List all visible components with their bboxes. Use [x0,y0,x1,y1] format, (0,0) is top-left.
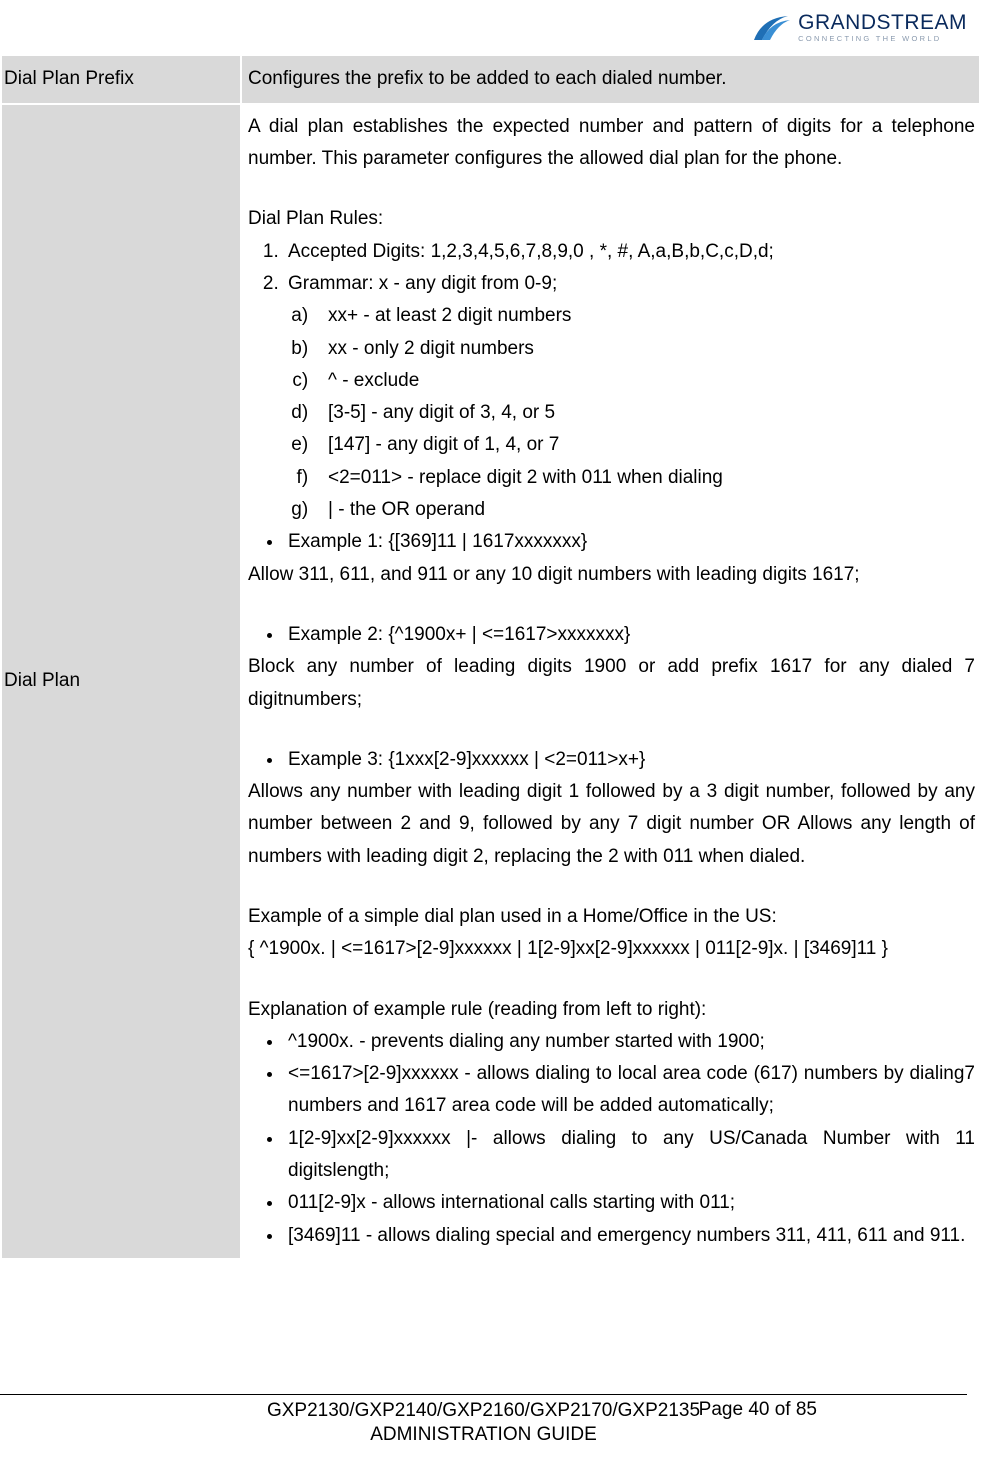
footer-title-1: GXP2130/GXP2140/GXP2160/GXP2170/GXP2135 [267,1400,700,1421]
simple-heading: Example of a simple dial plan used in a … [248,901,975,933]
grandstream-swoosh-icon [748,10,792,44]
explain-heading: Explanation of example rule (reading fro… [248,994,975,1026]
list-item: Accepted Digits: 1,2,3,4,5,6,7,8,9,0 , *… [284,236,975,268]
footer-title-2: ADMINISTRATION GUIDE [370,1424,597,1445]
list-item: ^ - exclude [324,365,975,397]
numbered-list: Accepted Digits: 1,2,3,4,5,6,7,8,9,0 , *… [248,236,975,301]
bullet-list: Example 2: {^1900x+ | <=1617>xxxxxxx} [248,619,975,651]
footer-divider [0,1394,967,1395]
page-header: GRANDSTREAM CONNECTING THE WORLD [0,0,981,54]
bullet-list: ^1900x. - prevents dialing any number st… [248,1026,975,1252]
logo-brand-text: GRANDSTREAM [798,12,967,33]
example-desc: Allow 311, 611, and 911 or any 10 digit … [248,559,975,591]
param-desc: Configures the prefix to be added to eac… [241,55,980,104]
example-desc: Allows any number with leading digit 1 f… [248,776,975,873]
list-item: | - the OR operand [324,494,975,526]
list-item: 1[2-9]xx[2-9]xxxxxx |- allows dialing to… [284,1123,975,1188]
list-item: [147] - any digit of 1, 4, or 7 [324,429,975,461]
brand-logo: GRANDSTREAM CONNECTING THE WORLD [748,10,967,44]
list-item: Example 3: {1xxx[2-9]xxxxxx | <2=011>x+} [284,744,975,776]
list-item: xx+ - at least 2 digit numbers [324,300,975,332]
list-item: ^1900x. - prevents dialing any number st… [284,1026,975,1058]
list-item: xx - only 2 digit numbers [324,333,975,365]
list-item: [3-5] - any digit of 3, 4, or 5 [324,397,975,429]
list-item: 011[2-9]x - allows international calls s… [284,1187,975,1219]
list-item: [3469]11 - allows dialing special and em… [284,1220,975,1252]
param-desc: A dial plan establishes the expected num… [241,104,980,1259]
footer-title: GXP2130/GXP2140/GXP2160/GXP2170/GXP2135 … [267,1399,700,1448]
bullet-list: Example 3: {1xxx[2-9]xxxxxx | <2=011>x+} [248,744,975,776]
list-item: <=1617>[2-9]xxxxxx - allows dialing to l… [284,1058,975,1123]
page-number: Page 40 of 85 [699,1399,817,1421]
rules-heading: Dial Plan Rules: [248,203,975,235]
alpha-list: xx+ - at least 2 digit numbers xx - only… [284,300,975,526]
list-item: Example 1: {[369]11 | 1617xxxxxxx} [284,526,975,558]
bullet-list: Example 1: {[369]11 | 1617xxxxxxx} [248,526,975,558]
simple-rule: { ^1900x. | <=1617>[2-9]xxxxxx | 1[2-9]x… [248,933,975,965]
table-row: Dial Plan A dial plan establishes the ex… [1,104,980,1259]
logo-tagline: CONNECTING THE WORLD [798,35,967,43]
list-item: <2=011> - replace digit 2 with 011 when … [324,462,975,494]
param-label: Dial Plan Prefix [1,55,241,104]
example-desc: Block any number of leading digits 1900 … [248,651,975,716]
page-footer: GXP2130/GXP2140/GXP2160/GXP2170/GXP2135 … [0,1394,981,1448]
list-item: Grammar: x - any digit from 0-9; [284,268,975,300]
parameters-table: Dial Plan Prefix Configures the prefix t… [0,54,981,1260]
param-label: Dial Plan [1,104,241,1259]
list-item: Example 2: {^1900x+ | <=1617>xxxxxxx} [284,619,975,651]
table-row: Dial Plan Prefix Configures the prefix t… [1,55,980,104]
dialplan-intro: A dial plan establishes the expected num… [248,111,975,176]
